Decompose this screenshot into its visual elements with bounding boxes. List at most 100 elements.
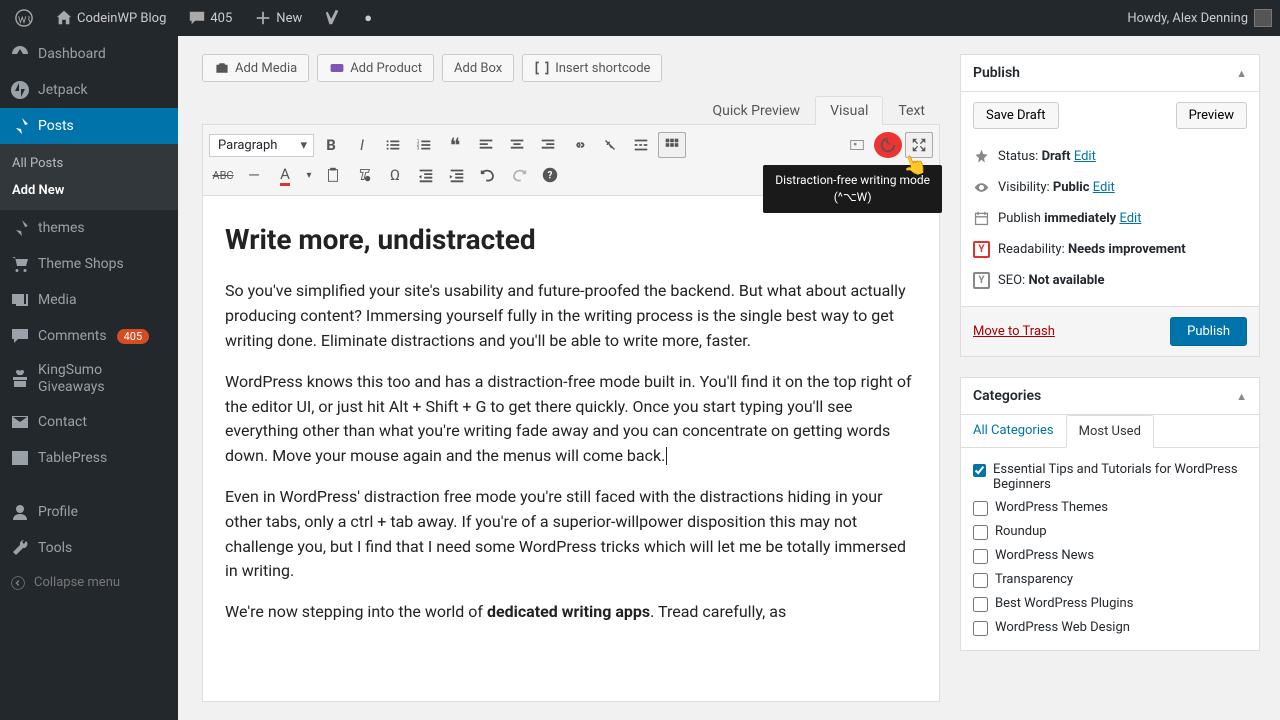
align-right-button[interactable] [534,132,562,158]
home-icon [55,9,73,27]
preview-button[interactable]: Preview [1176,102,1247,129]
submenu-all-posts[interactable]: All Posts [0,150,178,177]
paragraph: Even in WordPress' distraction free mode… [225,485,917,584]
menu-profile[interactable]: Profile [0,494,178,530]
publish-panel-header[interactable]: Publish▲ [961,55,1259,92]
eye-icon [973,179,990,196]
camera-icon [214,60,230,76]
quote-button[interactable]: ❝ [441,132,469,158]
special-char-button[interactable]: Ω [381,162,409,188]
indent-button[interactable] [443,162,471,188]
edit-schedule-link[interactable]: Edit [1119,211,1141,226]
menu-comments[interactable]: Comments405 [0,318,178,354]
gift-icon [10,369,30,389]
add-media-button[interactable]: Add Media [202,54,309,82]
readmore-button[interactable] [627,132,655,158]
calendar-icon [973,210,990,227]
clear-format-button[interactable] [350,162,378,188]
media-icon [10,290,30,310]
category-checkbox[interactable] [973,501,988,516]
publish-button[interactable]: Publish [1170,317,1247,346]
add-box-button[interactable]: Add Box [442,54,514,82]
category-checkbox[interactable] [973,573,988,588]
bold-button[interactable]: B [317,132,345,158]
undo-button[interactable] [474,162,502,188]
category-checkbox[interactable] [973,525,988,540]
submenu-add-new[interactable]: Add New [0,177,178,204]
menu-contact[interactable]: Contact [0,404,178,440]
menu-tools[interactable]: Tools [0,530,178,566]
align-left-button[interactable] [472,132,500,158]
pin-icon [10,116,30,136]
menu-posts[interactable]: Posts [0,108,178,144]
comment-icon [188,9,206,27]
ol-button[interactable]: 123 [410,132,438,158]
menu-tablepress[interactable]: TablePress [0,440,178,476]
collapse-menu[interactable]: Collapse menu [0,566,178,600]
category-checkbox[interactable] [973,621,988,636]
admin-bar: CodeinWP Blog 405 New ● Howdy, Alex Denn… [0,0,1280,36]
menu-themes[interactable]: themes [0,210,178,246]
category-checkbox[interactable] [973,549,988,564]
unlink-button[interactable] [596,132,624,158]
edit-visibility-link[interactable]: Edit [1093,180,1115,195]
category-item[interactable]: WordPress Themes [973,496,1243,520]
comments-link[interactable]: 405 [181,9,239,27]
paragraph: WordPress knows this too and has a distr… [225,370,917,469]
plus-icon [254,9,272,27]
textcolor-button[interactable]: A [271,162,299,188]
tab-quick-preview[interactable]: Quick Preview [698,96,816,125]
site-link[interactable]: CodeinWP Blog [48,9,173,27]
menu-jetpack[interactable]: Jetpack [0,72,178,108]
photo-button[interactable] [843,132,871,158]
redo-button[interactable] [505,162,533,188]
visibility-row: Visibility: Public Edit [973,172,1247,203]
paste-button[interactable] [319,162,347,188]
edit-status-link[interactable]: Edit [1074,149,1096,164]
format-select[interactable]: Paragraph [209,134,314,157]
yoast-icon: Y [973,241,990,258]
menu-dashboard[interactable]: Dashboard [0,36,178,72]
tab-visual[interactable]: Visual [815,96,883,125]
move-to-trash-link[interactable]: Move to Trash [973,324,1055,339]
menu-kingsumo[interactable]: KingSumo Giveaways [0,354,178,404]
category-item[interactable]: Roundup [973,520,1243,544]
insert-shortcode-button[interactable]: Insert shortcode [522,54,662,82]
add-product-button[interactable]: Add Product [317,54,434,82]
ul-button[interactable] [379,132,407,158]
textcolor-dropdown[interactable]: ▾ [302,162,316,188]
category-checkbox[interactable] [973,463,986,478]
strike-button[interactable]: ABC [209,162,237,188]
howdy[interactable]: Howdy, Alex Denning [1127,9,1272,27]
new-link[interactable]: New [247,9,309,27]
category-item[interactable]: Essential Tips and Tutorials for WordPre… [973,458,1243,496]
tab-most-used[interactable]: Most Used [1066,415,1154,448]
status-dot: ● [357,10,379,26]
save-draft-button[interactable]: Save Draft [973,102,1059,129]
menu-theme-shops[interactable]: Theme Shops [0,246,178,282]
italic-button[interactable]: I [348,132,376,158]
align-center-button[interactable] [503,132,531,158]
category-item[interactable]: Transparency [973,568,1243,592]
category-list[interactable]: Essential Tips and Tutorials for WordPre… [973,458,1247,640]
category-label: WordPress Themes [995,500,1108,515]
comments-badge: 405 [117,329,150,344]
yoast-link[interactable] [317,9,349,27]
category-item[interactable]: Best WordPress Plugins [973,592,1243,616]
categories-panel-header[interactable]: Categories▲ [961,378,1259,415]
tab-all-categories[interactable]: All Categories [961,415,1066,447]
help-button[interactable]: ? [536,162,564,188]
category-item[interactable]: WordPress Web Design [973,616,1243,640]
tab-text[interactable]: Text [883,96,940,125]
category-item[interactable]: WordPress News [973,544,1243,568]
revisions-button[interactable] [874,132,902,158]
wp-logo[interactable] [8,9,40,27]
seo-row: YSEO: Not available [973,265,1247,296]
category-checkbox[interactable] [973,597,988,612]
outdent-button[interactable] [412,162,440,188]
toolbar-toggle-button[interactable] [658,132,686,158]
hr-button[interactable]: — [240,162,268,188]
link-button[interactable] [565,132,593,158]
editor-content[interactable]: Write more, undistracted So you've simpl… [202,196,940,702]
menu-media[interactable]: Media [0,282,178,318]
